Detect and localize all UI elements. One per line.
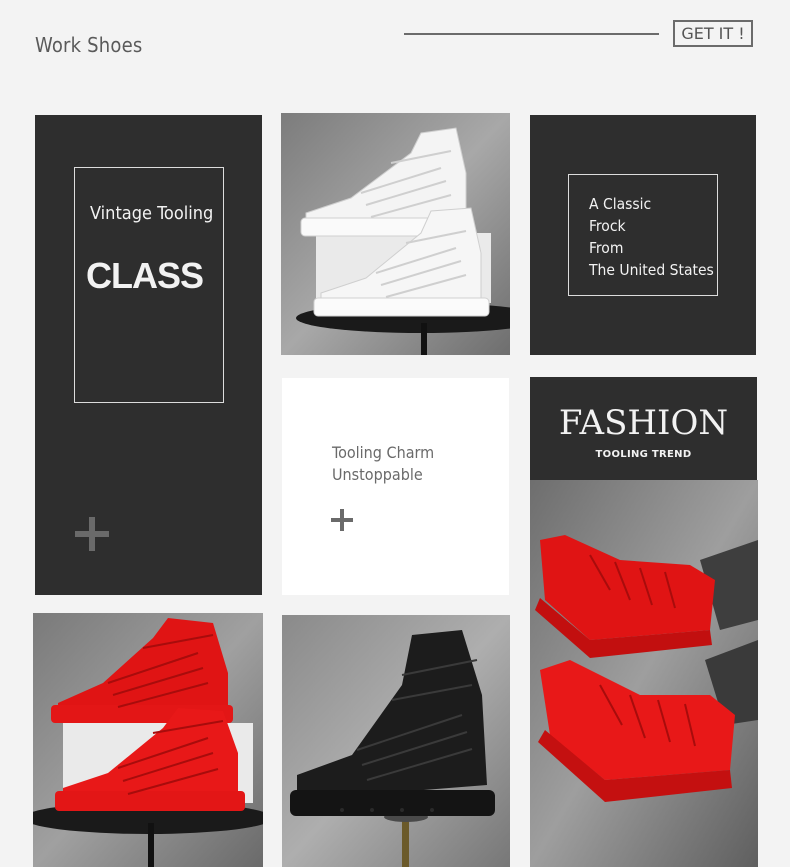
classic-line-2: Frock: [589, 217, 626, 235]
black-shoe-photo: [282, 615, 510, 867]
charm-line-1: Tooling Charm: [332, 443, 435, 462]
vintage-title: CLASS: [86, 255, 204, 296]
classic-line-1: A Classic: [589, 195, 652, 213]
classic-line-4: The United States: [589, 261, 714, 279]
fashion-title: FASHION: [558, 403, 729, 443]
classic-text: A Classic Frock From The United States: [589, 193, 714, 281]
vintage-class-tile: Vintage Tooling CLASS: [35, 115, 262, 595]
charm-line-2: Unstoppable: [332, 465, 423, 484]
tooling-charm-tile: Tooling Charm Unstoppable: [282, 378, 509, 595]
white-shoes-photo: [281, 113, 510, 355]
vintage-subtitle: Vintage Tooling: [90, 203, 214, 224]
white-shoes-image: [281, 113, 510, 355]
red-shoes-worn-photo: [530, 480, 758, 867]
get-it-button[interactable]: GET IT !: [673, 20, 753, 47]
plus-icon[interactable]: [331, 509, 353, 531]
red-shoes-image: [33, 613, 263, 867]
fashion-subtitle: TOOLING TREND: [595, 449, 692, 460]
classic-frock-tile: A Classic Frock From The United States: [530, 115, 756, 355]
classic-line-3: From: [589, 239, 624, 257]
red-shoes-photo: [33, 613, 263, 867]
fashion-tile: FASHION TOOLING TREND: [530, 377, 757, 480]
plus-icon[interactable]: [75, 517, 109, 551]
red-shoes-worn-image: [530, 480, 758, 867]
header-divider: [404, 33, 659, 35]
black-shoe-image: [282, 615, 510, 867]
page-title: Work Shoes: [35, 33, 143, 57]
